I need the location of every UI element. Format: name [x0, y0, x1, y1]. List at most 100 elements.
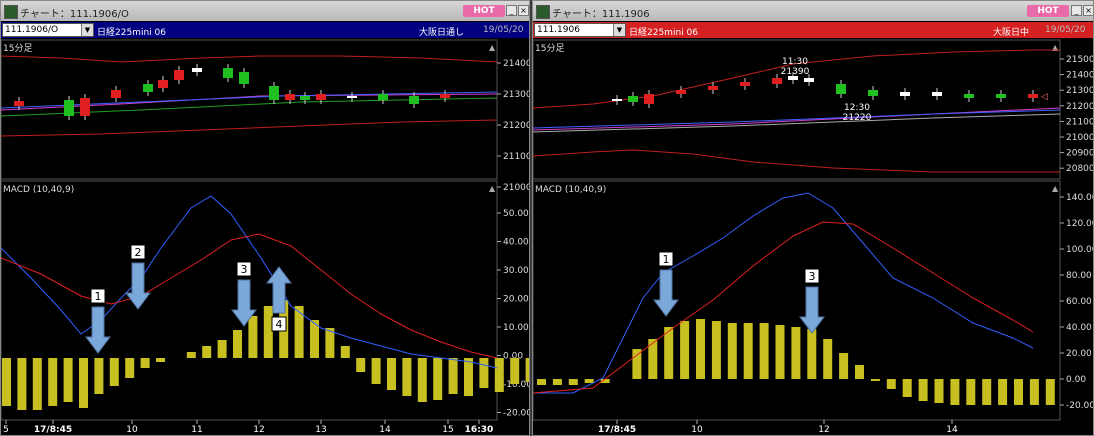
macd-panel-label: MACD (10,40,9) [535, 185, 606, 195]
symbol-bar: 111.1906/O ▼ 日経225mini 06 大阪日通し 19/05/20 [1, 22, 529, 38]
session-name: 大阪日中 [993, 28, 1030, 38]
macd-tick-label: 60.00 [1066, 297, 1092, 307]
macd-histogram-bar [998, 379, 1008, 405]
callout-time: 12:30 [844, 103, 870, 113]
price-tick-label: 21400 [1066, 71, 1094, 81]
macd-histogram-bar [79, 358, 88, 408]
price-tick-label: 21300 [1066, 86, 1094, 96]
scroll-up-icon: ▲ [1052, 43, 1059, 52]
candle [836, 84, 846, 94]
price-tick-label: 21300 [503, 90, 530, 100]
macd-tick-label: -20.00 [1066, 401, 1094, 411]
candle [239, 72, 249, 84]
title-bar[interactable]: チャート：111.1906/O HOT _ × [1, 1, 529, 21]
candle [804, 78, 814, 82]
chevron-down-icon[interactable]: ▼ [613, 24, 625, 36]
macd-histogram-bar [759, 323, 769, 379]
macd-histogram-bar [340, 346, 350, 358]
macd-histogram-bar [233, 330, 242, 358]
macd-histogram-bar [202, 346, 212, 358]
macd-histogram-bar [918, 379, 928, 401]
price-panel [1, 39, 498, 180]
price-tick-label: 21200 [503, 121, 530, 131]
price-panel-label: 15分足 [3, 43, 32, 54]
symbol-value: 111.1906 [537, 25, 580, 35]
minimize-button[interactable]: _ [1071, 5, 1082, 16]
macd-histogram-bar [982, 379, 992, 405]
moving-average-line [1, 97, 498, 117]
macd-histogram-bar [934, 379, 944, 403]
symbol-combo[interactable]: 111.1906/O ▼ [2, 23, 94, 37]
title-bar[interactable]: チャート：111.1906 HOT _ × [533, 1, 1093, 21]
macd-histogram-bar [1014, 379, 1023, 405]
macd-tick-label: 0.00 [1066, 375, 1086, 385]
scroll-up-icon: ▲ [1052, 184, 1059, 193]
time-tick-label: 16:30 [465, 425, 494, 435]
macd-panel [533, 180, 1061, 421]
close-button[interactable]: × [1083, 5, 1093, 16]
candle [300, 96, 310, 100]
chart-canvas-right[interactable]: 15分足 MACD (10,40,9) 21500 21400 21300 21200 21… [533, 38, 1094, 436]
price-tick-label: 21000 [503, 183, 530, 193]
minimize-button[interactable]: _ [506, 5, 517, 16]
annotation-label: 4 [276, 318, 283, 331]
candle [676, 90, 686, 94]
bollinger-upper [1, 55, 498, 63]
chart-canvas-left[interactable]: 15分足MACD (10,40,9)2140021300212002110021… [1, 38, 530, 436]
macd-histogram-bar [2, 358, 11, 406]
macd-histogram-bar [775, 325, 785, 379]
macd-tick-label: -20.00 [503, 409, 530, 419]
hot-badge[interactable]: HOT [463, 5, 505, 17]
callout-time: 11:30 [782, 57, 808, 67]
macd-histogram-bar [464, 358, 473, 396]
annotation-label: 3 [809, 270, 816, 283]
macd-tick-label: 40.00 [503, 238, 529, 248]
macd-tick-label: 100.00 [1066, 245, 1094, 255]
chart-window-right: チャート：111.1906 HOT _ × 111.1906 ▼ 日経225mi… [532, 0, 1094, 436]
chevron-down-icon[interactable]: ▼ [81, 24, 93, 36]
macd-histogram-bar [109, 358, 119, 386]
macd-histogram-bar [217, 340, 227, 358]
macd-histogram-bar [94, 358, 104, 394]
macd-histogram-bar [696, 319, 705, 379]
time-tick-label: 11 [191, 425, 202, 435]
macd-histogram-bar [680, 321, 690, 379]
macd-histogram-bar [855, 365, 864, 379]
annotation-label: 3 [241, 263, 248, 276]
candle [996, 94, 1006, 98]
session-name: 大阪日通し [419, 28, 465, 38]
time-tick-label: 17/8:45 [34, 425, 72, 435]
macd-tick-label: 40.00 [1066, 323, 1092, 333]
macd-histogram-bar [1045, 379, 1055, 405]
close-button[interactable]: × [518, 5, 529, 16]
macd-tick-label: 30.00 [503, 266, 529, 276]
window-title: チャート：111.1906/O [20, 9, 129, 20]
hot-badge[interactable]: HOT [1027, 5, 1069, 17]
price-tick-label: 21000 [1066, 133, 1094, 143]
price-tick-label: 21100 [503, 152, 530, 162]
candle [868, 90, 878, 96]
price-tick-label: 21100 [1066, 117, 1094, 127]
candle [80, 98, 90, 116]
macd-histogram-bar [552, 379, 562, 385]
time-tick-label: 14 [946, 425, 958, 435]
macd-tick-label: 20.00 [503, 295, 529, 305]
macd-histogram-bar [140, 358, 150, 368]
annotation-arrow-down [653, 269, 679, 317]
price-tick-label: 20900 [1066, 149, 1094, 159]
macd-histogram-bar [371, 358, 381, 384]
macd-histogram-bar [950, 379, 960, 405]
time-tick-label: 12 [253, 425, 264, 435]
macd-histogram-bar [743, 323, 753, 379]
symbol-combo[interactable]: 111.1906 ▼ [534, 23, 626, 37]
macd-histogram-bar [248, 316, 258, 358]
bollinger-lower [1, 119, 498, 137]
price-tick-label: 21400 [503, 59, 530, 69]
macd-histogram-bar [902, 379, 912, 397]
candle [740, 82, 750, 86]
macd-histogram-bar [417, 358, 427, 402]
time-tick-label: 10 [126, 425, 138, 435]
macd-histogram-bar [263, 306, 273, 358]
macd-tick-label: 80.00 [1066, 271, 1092, 281]
macd-histogram-bar [791, 327, 801, 379]
